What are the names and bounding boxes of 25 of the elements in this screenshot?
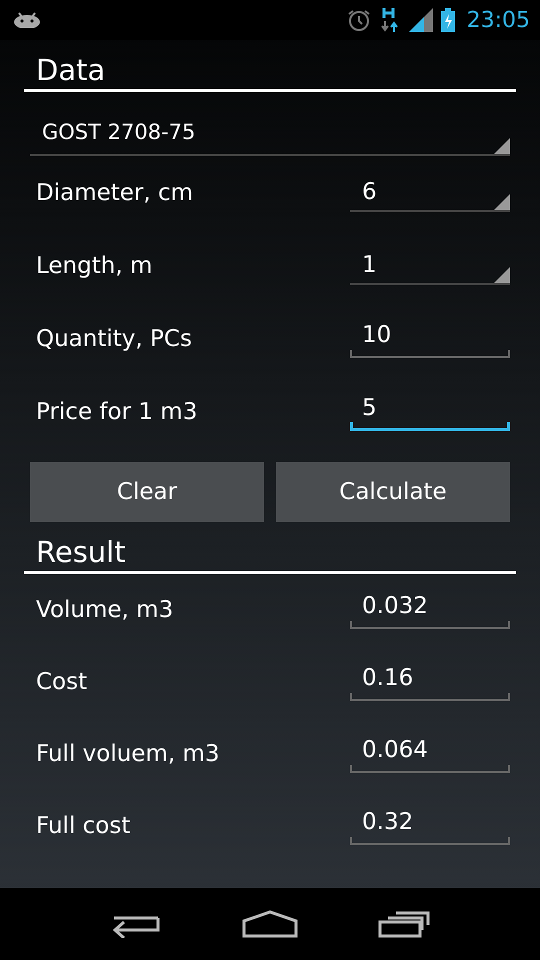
battery-icon bbox=[440, 8, 455, 32]
value-spinner[interactable]: 1 bbox=[350, 246, 510, 284]
field-label: Diameter, cm bbox=[36, 180, 194, 206]
dropdown-icon bbox=[494, 266, 510, 282]
field-label: Length, m bbox=[36, 252, 154, 278]
field-label: Volume, m3 bbox=[36, 597, 174, 623]
field-label: Quantity, PCs bbox=[36, 326, 193, 352]
action-button[interactable]: Clear bbox=[30, 462, 264, 522]
recent-apps-icon[interactable] bbox=[378, 910, 430, 938]
section-header: Data bbox=[24, 40, 516, 92]
field-label: Price for 1 m3 bbox=[36, 398, 198, 424]
alarm-icon bbox=[346, 9, 371, 31]
clock-time: 23:05 bbox=[466, 8, 530, 32]
android-icon bbox=[14, 12, 40, 28]
field-label: Cost bbox=[36, 669, 88, 695]
value-spinner[interactable]: 6 bbox=[350, 174, 510, 212]
action-button[interactable]: Calculate bbox=[276, 462, 510, 522]
section-header: Result bbox=[24, 522, 516, 574]
standard-spinner[interactable]: GOST 2708-75 bbox=[30, 116, 510, 156]
signal-icon bbox=[408, 8, 433, 32]
dropdown-icon bbox=[494, 194, 510, 210]
home-icon[interactable] bbox=[242, 910, 298, 938]
dropdown-icon bbox=[494, 138, 510, 154]
field-label: Full cost bbox=[36, 813, 132, 839]
field-label: Full voluem, m3 bbox=[36, 741, 221, 767]
